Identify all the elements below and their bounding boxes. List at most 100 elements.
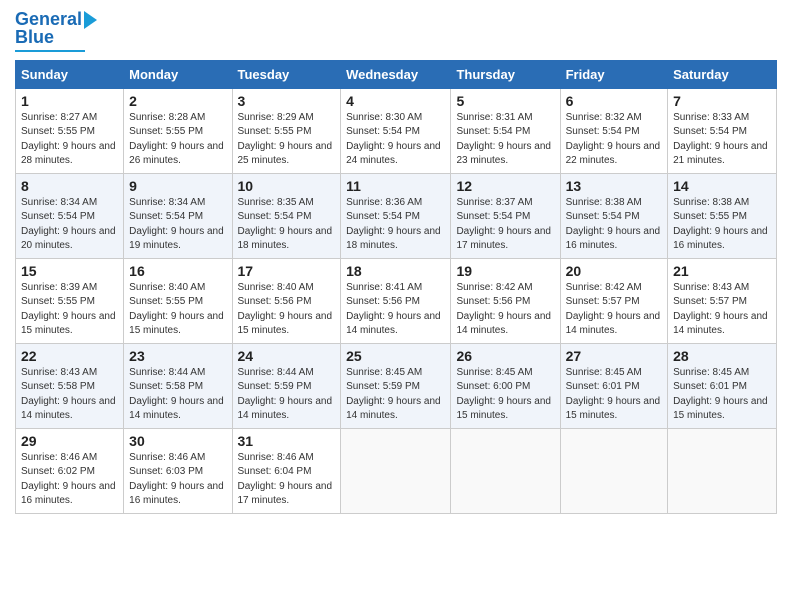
day-info: Sunrise: 8:30 AM Sunset: 5:54 PM Dayligh… xyxy=(346,111,445,169)
day-number: 12 xyxy=(456,178,554,194)
weekday-header-row: SundayMondayTuesdayWednesdayThursdayFrid… xyxy=(16,60,777,88)
day-info: Sunrise: 8:43 AM Sunset: 5:57 PM Dayligh… xyxy=(673,281,771,339)
weekday-monday: Monday xyxy=(124,60,232,88)
day-number: 27 xyxy=(566,348,662,364)
day-info: Sunrise: 8:31 AM Sunset: 5:54 PM Dayligh… xyxy=(456,111,554,169)
weekday-friday: Friday xyxy=(560,60,667,88)
calendar-cell: 14 Sunrise: 8:38 AM Sunset: 5:55 PM Dayl… xyxy=(668,173,777,258)
calendar-cell: 21 Sunrise: 8:43 AM Sunset: 5:57 PM Dayl… xyxy=(668,258,777,343)
day-number: 31 xyxy=(238,433,336,449)
day-number: 29 xyxy=(21,433,118,449)
day-info: Sunrise: 8:35 AM Sunset: 5:54 PM Dayligh… xyxy=(238,196,336,254)
calendar-cell: 3 Sunrise: 8:29 AM Sunset: 5:55 PM Dayli… xyxy=(232,88,341,173)
calendar-cell: 26 Sunrise: 8:45 AM Sunset: 6:00 PM Dayl… xyxy=(451,343,560,428)
calendar-table: SundayMondayTuesdayWednesdayThursdayFrid… xyxy=(15,60,777,514)
calendar-cell: 29 Sunrise: 8:46 AM Sunset: 6:02 PM Dayl… xyxy=(16,428,124,513)
week-row-4: 22 Sunrise: 8:43 AM Sunset: 5:58 PM Dayl… xyxy=(16,343,777,428)
day-number: 2 xyxy=(129,93,226,109)
page: General Blue SundayMondayTuesdayWednesda… xyxy=(0,0,792,529)
day-number: 1 xyxy=(21,93,118,109)
day-number: 24 xyxy=(238,348,336,364)
header: General Blue xyxy=(15,10,777,52)
day-info: Sunrise: 8:46 AM Sunset: 6:02 PM Dayligh… xyxy=(21,451,118,509)
day-number: 7 xyxy=(673,93,771,109)
day-number: 14 xyxy=(673,178,771,194)
calendar-cell: 19 Sunrise: 8:42 AM Sunset: 5:56 PM Dayl… xyxy=(451,258,560,343)
day-info: Sunrise: 8:45 AM Sunset: 5:59 PM Dayligh… xyxy=(346,366,445,424)
calendar-cell: 25 Sunrise: 8:45 AM Sunset: 5:59 PM Dayl… xyxy=(341,343,451,428)
calendar-cell: 9 Sunrise: 8:34 AM Sunset: 5:54 PM Dayli… xyxy=(124,173,232,258)
day-info: Sunrise: 8:45 AM Sunset: 6:01 PM Dayligh… xyxy=(566,366,662,424)
day-info: Sunrise: 8:37 AM Sunset: 5:54 PM Dayligh… xyxy=(456,196,554,254)
calendar-cell: 11 Sunrise: 8:36 AM Sunset: 5:54 PM Dayl… xyxy=(341,173,451,258)
day-info: Sunrise: 8:46 AM Sunset: 6:04 PM Dayligh… xyxy=(238,451,336,509)
weekday-saturday: Saturday xyxy=(668,60,777,88)
logo-arrow-icon xyxy=(84,11,97,29)
calendar-cell: 7 Sunrise: 8:33 AM Sunset: 5:54 PM Dayli… xyxy=(668,88,777,173)
calendar-cell: 22 Sunrise: 8:43 AM Sunset: 5:58 PM Dayl… xyxy=(16,343,124,428)
calendar-cell: 24 Sunrise: 8:44 AM Sunset: 5:59 PM Dayl… xyxy=(232,343,341,428)
day-info: Sunrise: 8:34 AM Sunset: 5:54 PM Dayligh… xyxy=(129,196,226,254)
day-number: 13 xyxy=(566,178,662,194)
calendar-cell: 17 Sunrise: 8:40 AM Sunset: 5:56 PM Dayl… xyxy=(232,258,341,343)
day-number: 5 xyxy=(456,93,554,109)
day-info: Sunrise: 8:27 AM Sunset: 5:55 PM Dayligh… xyxy=(21,111,118,169)
day-info: Sunrise: 8:45 AM Sunset: 6:01 PM Dayligh… xyxy=(673,366,771,424)
day-number: 18 xyxy=(346,263,445,279)
calendar-cell: 10 Sunrise: 8:35 AM Sunset: 5:54 PM Dayl… xyxy=(232,173,341,258)
day-info: Sunrise: 8:34 AM Sunset: 5:54 PM Dayligh… xyxy=(21,196,118,254)
day-info: Sunrise: 8:42 AM Sunset: 5:57 PM Dayligh… xyxy=(566,281,662,339)
calendar-cell: 6 Sunrise: 8:32 AM Sunset: 5:54 PM Dayli… xyxy=(560,88,667,173)
day-info: Sunrise: 8:40 AM Sunset: 5:55 PM Dayligh… xyxy=(129,281,226,339)
calendar-cell: 13 Sunrise: 8:38 AM Sunset: 5:54 PM Dayl… xyxy=(560,173,667,258)
logo-underline xyxy=(15,50,85,52)
day-info: Sunrise: 8:42 AM Sunset: 5:56 PM Dayligh… xyxy=(456,281,554,339)
day-number: 11 xyxy=(346,178,445,194)
calendar-cell xyxy=(341,428,451,513)
calendar-cell: 28 Sunrise: 8:45 AM Sunset: 6:01 PM Dayl… xyxy=(668,343,777,428)
day-number: 6 xyxy=(566,93,662,109)
calendar-cell: 20 Sunrise: 8:42 AM Sunset: 5:57 PM Dayl… xyxy=(560,258,667,343)
day-info: Sunrise: 8:44 AM Sunset: 5:58 PM Dayligh… xyxy=(129,366,226,424)
day-info: Sunrise: 8:39 AM Sunset: 5:55 PM Dayligh… xyxy=(21,281,118,339)
calendar-cell: 30 Sunrise: 8:46 AM Sunset: 6:03 PM Dayl… xyxy=(124,428,232,513)
day-info: Sunrise: 8:28 AM Sunset: 5:55 PM Dayligh… xyxy=(129,111,226,169)
day-number: 9 xyxy=(129,178,226,194)
day-number: 4 xyxy=(346,93,445,109)
day-info: Sunrise: 8:45 AM Sunset: 6:00 PM Dayligh… xyxy=(456,366,554,424)
calendar-cell: 15 Sunrise: 8:39 AM Sunset: 5:55 PM Dayl… xyxy=(16,258,124,343)
day-number: 19 xyxy=(456,263,554,279)
day-info: Sunrise: 8:40 AM Sunset: 5:56 PM Dayligh… xyxy=(238,281,336,339)
calendar-cell: 5 Sunrise: 8:31 AM Sunset: 5:54 PM Dayli… xyxy=(451,88,560,173)
weekday-thursday: Thursday xyxy=(451,60,560,88)
day-info: Sunrise: 8:38 AM Sunset: 5:55 PM Dayligh… xyxy=(673,196,771,254)
day-info: Sunrise: 8:38 AM Sunset: 5:54 PM Dayligh… xyxy=(566,196,662,254)
calendar-cell: 27 Sunrise: 8:45 AM Sunset: 6:01 PM Dayl… xyxy=(560,343,667,428)
calendar-cell: 4 Sunrise: 8:30 AM Sunset: 5:54 PM Dayli… xyxy=(341,88,451,173)
week-row-5: 29 Sunrise: 8:46 AM Sunset: 6:02 PM Dayl… xyxy=(16,428,777,513)
calendar-cell: 8 Sunrise: 8:34 AM Sunset: 5:54 PM Dayli… xyxy=(16,173,124,258)
day-number: 26 xyxy=(456,348,554,364)
calendar-cell: 2 Sunrise: 8:28 AM Sunset: 5:55 PM Dayli… xyxy=(124,88,232,173)
day-number: 17 xyxy=(238,263,336,279)
weekday-wednesday: Wednesday xyxy=(341,60,451,88)
calendar-cell xyxy=(668,428,777,513)
day-number: 28 xyxy=(673,348,771,364)
day-info: Sunrise: 8:36 AM Sunset: 5:54 PM Dayligh… xyxy=(346,196,445,254)
day-number: 25 xyxy=(346,348,445,364)
day-info: Sunrise: 8:44 AM Sunset: 5:59 PM Dayligh… xyxy=(238,366,336,424)
calendar-cell: 16 Sunrise: 8:40 AM Sunset: 5:55 PM Dayl… xyxy=(124,258,232,343)
day-info: Sunrise: 8:33 AM Sunset: 5:54 PM Dayligh… xyxy=(673,111,771,169)
week-row-2: 8 Sunrise: 8:34 AM Sunset: 5:54 PM Dayli… xyxy=(16,173,777,258)
day-number: 10 xyxy=(238,178,336,194)
day-number: 30 xyxy=(129,433,226,449)
day-number: 23 xyxy=(129,348,226,364)
day-number: 15 xyxy=(21,263,118,279)
day-number: 22 xyxy=(21,348,118,364)
calendar-cell: 18 Sunrise: 8:41 AM Sunset: 5:56 PM Dayl… xyxy=(341,258,451,343)
weekday-sunday: Sunday xyxy=(16,60,124,88)
day-number: 20 xyxy=(566,263,662,279)
week-row-1: 1 Sunrise: 8:27 AM Sunset: 5:55 PM Dayli… xyxy=(16,88,777,173)
day-info: Sunrise: 8:29 AM Sunset: 5:55 PM Dayligh… xyxy=(238,111,336,169)
day-number: 3 xyxy=(238,93,336,109)
